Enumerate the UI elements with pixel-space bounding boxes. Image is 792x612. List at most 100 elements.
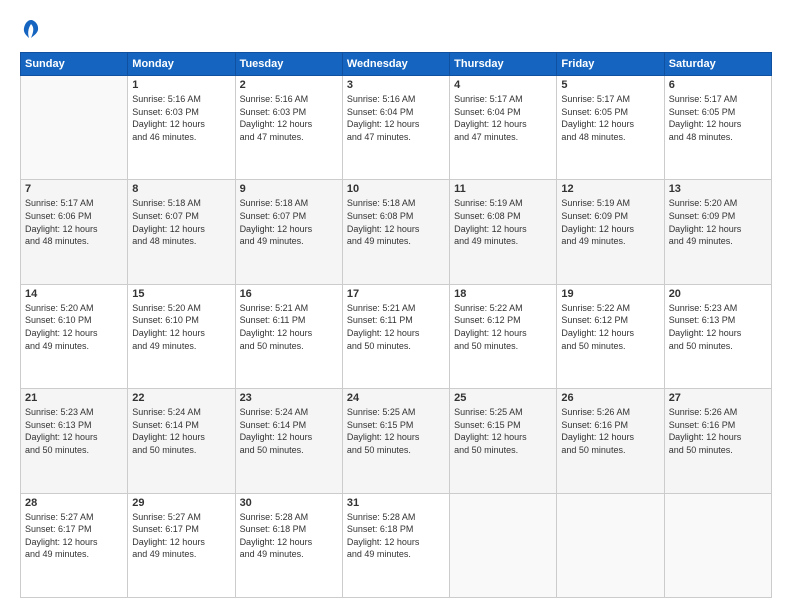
page: SundayMondayTuesdayWednesdayThursdayFrid… (0, 0, 792, 612)
calendar-table: SundayMondayTuesdayWednesdayThursdayFrid… (20, 52, 772, 598)
calendar-cell: 27 Sunrise: 5:26 AM Sunset: 6:16 PM Dayli… (664, 389, 771, 493)
day-number: 17 (347, 288, 445, 300)
logo-bird-icon (22, 18, 40, 42)
calendar-cell: 17 Sunrise: 5:21 AM Sunset: 6:11 PM Dayli… (342, 284, 449, 388)
calendar-cell: 8 Sunrise: 5:18 AM Sunset: 6:07 PM Daylig… (128, 180, 235, 284)
day-number: 22 (132, 392, 230, 404)
day-number: 16 (240, 288, 338, 300)
calendar-cell (450, 493, 557, 597)
day-info: Sunrise: 5:20 AM Sunset: 6:09 PM Dayligh… (669, 197, 767, 247)
day-info: Sunrise: 5:25 AM Sunset: 6:15 PM Dayligh… (454, 406, 552, 456)
calendar-cell: 16 Sunrise: 5:21 AM Sunset: 6:11 PM Dayli… (235, 284, 342, 388)
calendar-cell: 14Sunrise: 5:20 AM Sunset: 6:10 PM Dayli… (21, 284, 128, 388)
day-number: 24 (347, 392, 445, 404)
calendar-cell: 11 Sunrise: 5:19 AM Sunset: 6:08 PM Dayli… (450, 180, 557, 284)
weekday-header-thursday: Thursday (450, 53, 557, 76)
calendar-cell: 5 Sunrise: 5:17 AM Sunset: 6:05 PM Daylig… (557, 76, 664, 180)
day-info: Sunrise: 5:19 AM Sunset: 6:09 PM Dayligh… (561, 197, 659, 247)
calendar-week-3: 14Sunrise: 5:20 AM Sunset: 6:10 PM Dayli… (21, 284, 772, 388)
calendar-cell: 24 Sunrise: 5:25 AM Sunset: 6:15 PM Dayli… (342, 389, 449, 493)
calendar-cell: 18Sunrise: 5:22 AM Sunset: 6:12 PM Dayli… (450, 284, 557, 388)
day-info: Sunrise: 5:24 AM Sunset: 6:14 PM Dayligh… (240, 406, 338, 456)
day-info: Sunrise: 5:26 AM Sunset: 6:16 PM Dayligh… (561, 406, 659, 456)
calendar-cell: 23 Sunrise: 5:24 AM Sunset: 6:14 PM Dayli… (235, 389, 342, 493)
weekday-header-saturday: Saturday (664, 53, 771, 76)
calendar-cell: 20Sunrise: 5:23 AM Sunset: 6:13 PM Dayli… (664, 284, 771, 388)
calendar-cell: 4 Sunrise: 5:17 AM Sunset: 6:04 PM Daylig… (450, 76, 557, 180)
day-info: Sunrise: 5:27 AM Sunset: 6:17 PM Dayligh… (132, 511, 230, 561)
calendar-week-5: 28 Sunrise: 5:27 AM Sunset: 6:17 PM Dayli… (21, 493, 772, 597)
day-number: 9 (240, 183, 338, 195)
day-info: Sunrise: 5:28 AM Sunset: 6:18 PM Dayligh… (240, 511, 338, 561)
calendar-cell: 31 Sunrise: 5:28 AM Sunset: 6:18 PM Dayli… (342, 493, 449, 597)
day-number: 6 (669, 79, 767, 91)
calendar-cell (21, 76, 128, 180)
weekday-header-monday: Monday (128, 53, 235, 76)
calendar-cell: 6Sunrise: 5:17 AM Sunset: 6:05 PM Daylig… (664, 76, 771, 180)
calendar-cell: 26 Sunrise: 5:26 AM Sunset: 6:16 PM Dayli… (557, 389, 664, 493)
calendar-cell (557, 493, 664, 597)
day-number: 2 (240, 79, 338, 91)
day-number: 11 (454, 183, 552, 195)
day-info: Sunrise: 5:28 AM Sunset: 6:18 PM Dayligh… (347, 511, 445, 561)
calendar-cell: 15 Sunrise: 5:20 AM Sunset: 6:10 PM Dayli… (128, 284, 235, 388)
calendar-cell: 12Sunrise: 5:19 AM Sunset: 6:09 PM Dayli… (557, 180, 664, 284)
day-number: 8 (132, 183, 230, 195)
day-number: 25 (454, 392, 552, 404)
calendar-week-2: 7 Sunrise: 5:17 AM Sunset: 6:06 PM Daylig… (21, 180, 772, 284)
day-info: Sunrise: 5:21 AM Sunset: 6:11 PM Dayligh… (240, 302, 338, 352)
calendar-cell: 10Sunrise: 5:18 AM Sunset: 6:08 PM Dayli… (342, 180, 449, 284)
day-number: 21 (25, 392, 123, 404)
day-info: Sunrise: 5:20 AM Sunset: 6:10 PM Dayligh… (25, 302, 123, 352)
day-number: 29 (132, 497, 230, 509)
header (20, 18, 772, 42)
day-number: 5 (561, 79, 659, 91)
day-info: Sunrise: 5:16 AM Sunset: 6:04 PM Dayligh… (347, 93, 445, 143)
day-number: 1 (132, 79, 230, 91)
weekday-header-tuesday: Tuesday (235, 53, 342, 76)
day-info: Sunrise: 5:27 AM Sunset: 6:17 PM Dayligh… (25, 511, 123, 561)
calendar-cell: 19 Sunrise: 5:22 AM Sunset: 6:12 PM Dayli… (557, 284, 664, 388)
day-number: 30 (240, 497, 338, 509)
day-number: 19 (561, 288, 659, 300)
day-number: 10 (347, 183, 445, 195)
day-number: 13 (669, 183, 767, 195)
day-info: Sunrise: 5:16 AM Sunset: 6:03 PM Dayligh… (240, 93, 338, 143)
day-info: Sunrise: 5:20 AM Sunset: 6:10 PM Dayligh… (132, 302, 230, 352)
day-info: Sunrise: 5:21 AM Sunset: 6:11 PM Dayligh… (347, 302, 445, 352)
day-info: Sunrise: 5:17 AM Sunset: 6:06 PM Dayligh… (25, 197, 123, 247)
day-info: Sunrise: 5:17 AM Sunset: 6:04 PM Dayligh… (454, 93, 552, 143)
calendar-cell: 9Sunrise: 5:18 AM Sunset: 6:07 PM Daylig… (235, 180, 342, 284)
weekday-header-friday: Friday (557, 53, 664, 76)
day-info: Sunrise: 5:18 AM Sunset: 6:07 PM Dayligh… (132, 197, 230, 247)
day-number: 28 (25, 497, 123, 509)
calendar-week-4: 21 Sunrise: 5:23 AM Sunset: 6:13 PM Dayli… (21, 389, 772, 493)
day-number: 27 (669, 392, 767, 404)
day-number: 7 (25, 183, 123, 195)
calendar-cell: 3Sunrise: 5:16 AM Sunset: 6:04 PM Daylig… (342, 76, 449, 180)
day-number: 23 (240, 392, 338, 404)
day-info: Sunrise: 5:23 AM Sunset: 6:13 PM Dayligh… (25, 406, 123, 456)
calendar-cell: 7 Sunrise: 5:17 AM Sunset: 6:06 PM Daylig… (21, 180, 128, 284)
day-info: Sunrise: 5:19 AM Sunset: 6:08 PM Dayligh… (454, 197, 552, 247)
day-info: Sunrise: 5:24 AM Sunset: 6:14 PM Dayligh… (132, 406, 230, 456)
calendar-cell (664, 493, 771, 597)
day-number: 18 (454, 288, 552, 300)
day-number: 31 (347, 497, 445, 509)
logo (20, 18, 38, 42)
day-info: Sunrise: 5:25 AM Sunset: 6:15 PM Dayligh… (347, 406, 445, 456)
day-number: 4 (454, 79, 552, 91)
day-info: Sunrise: 5:26 AM Sunset: 6:16 PM Dayligh… (669, 406, 767, 456)
calendar-week-1: 1 Sunrise: 5:16 AM Sunset: 6:03 PM Daylig… (21, 76, 772, 180)
calendar-cell: 21 Sunrise: 5:23 AM Sunset: 6:13 PM Dayli… (21, 389, 128, 493)
calendar-header-row: SundayMondayTuesdayWednesdayThursdayFrid… (21, 53, 772, 76)
day-info: Sunrise: 5:22 AM Sunset: 6:12 PM Dayligh… (561, 302, 659, 352)
day-info: Sunrise: 5:17 AM Sunset: 6:05 PM Dayligh… (561, 93, 659, 143)
day-number: 26 (561, 392, 659, 404)
calendar-cell: 30 Sunrise: 5:28 AM Sunset: 6:18 PM Dayli… (235, 493, 342, 597)
calendar-cell: 2 Sunrise: 5:16 AM Sunset: 6:03 PM Daylig… (235, 76, 342, 180)
calendar-cell: 1Sunrise: 5:16 AM Sunset: 6:03 PM Daylig… (128, 76, 235, 180)
calendar-cell: 13 Sunrise: 5:20 AM Sunset: 6:09 PM Dayli… (664, 180, 771, 284)
day-number: 15 (132, 288, 230, 300)
weekday-header-wednesday: Wednesday (342, 53, 449, 76)
